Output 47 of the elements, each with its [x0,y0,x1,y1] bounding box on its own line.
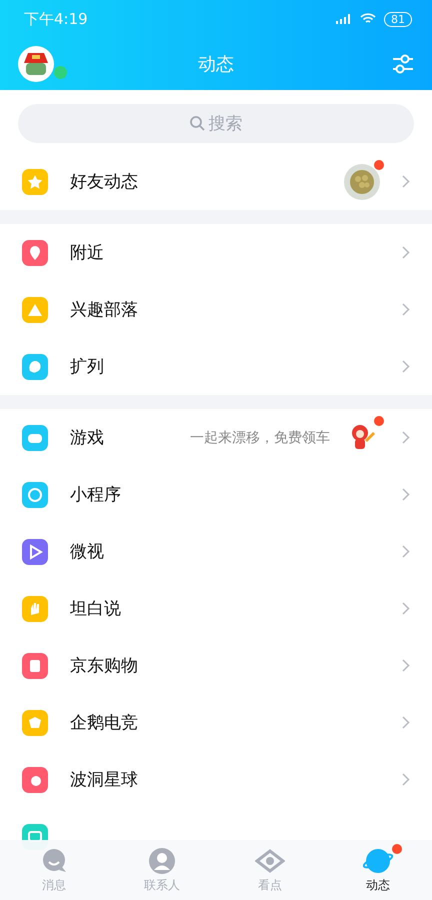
wifi-icon [360,13,376,25]
page-title: 动态 [198,53,234,76]
menu-row[interactable]: 附近 [0,224,432,281]
planet-icon [363,846,393,874]
chevron-icon [402,602,410,615]
menu-row[interactable]: 游戏 一起来漂移，免费领车 [0,409,432,466]
chevron-icon [402,488,410,501]
menu-label: 附近 [70,242,105,264]
chevron-icon [402,431,410,444]
chevron-icon [402,716,410,729]
chevron-icon [402,303,410,316]
menu-label: 小程序 [70,484,122,506]
chevron-icon [402,773,410,786]
avatar[interactable] [18,46,54,82]
menu-row[interactable]: 微视 [0,523,432,580]
menu-row[interactable]: 波洞星球 [0,751,432,808]
menu-row[interactable]: 企鹅电竞 [0,694,432,751]
search-icon [190,116,204,131]
menu-label: 京东购物 [70,655,139,677]
chevron-icon [402,246,410,259]
battery-level: 81 [384,12,412,26]
menu-label: 好友动态 [70,171,139,193]
menu-row[interactable]: 兴趣部落 [0,281,432,338]
menu-label: 扩列 [70,356,105,378]
chevron-icon [402,659,410,672]
menu-row[interactable]: 京东购物 [0,637,432,694]
tab[interactable]: 动态 [324,840,432,900]
menu-label: 企鹅电竞 [70,712,139,734]
menu-row[interactable]: 扩列 [0,338,432,395]
menu-label: 坦白说 [70,598,122,620]
status-time: 下午4:19 [24,10,88,28]
menu-row[interactable]: 坦白说 [0,580,432,637]
menu-label: 兴趣部落 [70,299,139,321]
menu-label: 游戏 [70,427,105,449]
eye-icon [255,846,285,874]
menu-label: 微视 [70,541,105,563]
menu-row[interactable]: 好友动态 [0,153,432,210]
settings-sliders-icon[interactable] [392,53,414,75]
menu-label: 波洞星球 [70,769,139,791]
chevron-icon [402,545,410,558]
search-placeholder: 搜索 [208,113,242,135]
menu-row[interactable]: 小程序 [0,466,432,523]
chevron-icon [402,175,410,188]
menu-subtitle: 一起来漂移，免费领车 [190,428,330,446]
chevron-icon [402,360,410,373]
signal-icon [336,14,352,24]
person-icon [147,846,177,874]
